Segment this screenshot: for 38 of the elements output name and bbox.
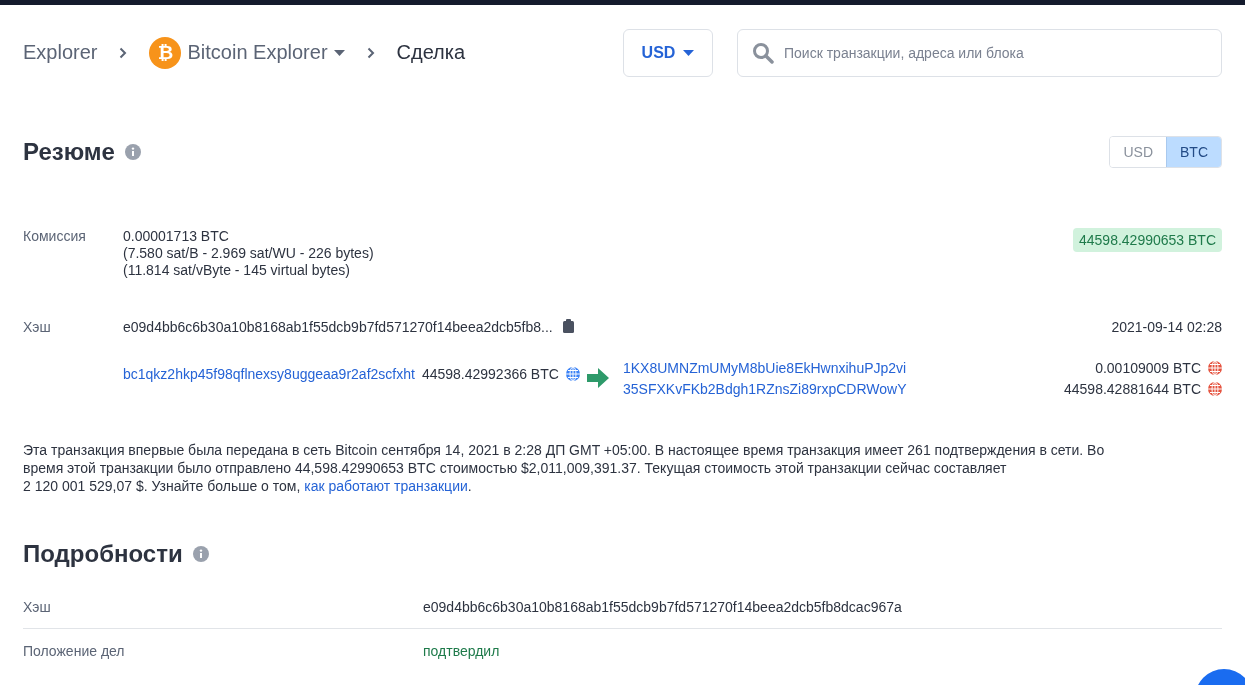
fee-label: Комиссия [23, 228, 87, 244]
section-title: Резюме [23, 138, 115, 166]
unit-toggle-option[interactable]: BTC [1166, 137, 1221, 167]
fee-text: 0.00001713 BTC [123, 228, 230, 245]
amount-text: 44598.42881644 BTC [1064, 381, 1201, 397]
chevron-right-icon [119, 46, 128, 59]
info-icon [124, 144, 141, 160]
info-icon [192, 546, 209, 562]
transactions-link[interactable]: как работают транзакции [304, 478, 468, 494]
search-icon [752, 41, 774, 64]
total-amount: 44598.42990653 BTC [1073, 228, 1222, 252]
clipboard-icon[interactable] [562, 319, 574, 333]
status-value: подтвердил [423, 643, 500, 659]
detail-label: Положение дел [23, 643, 126, 659]
hash-value: e09d4bb6c6b30a10b8168ab1f55dcb9b7fd571270f14beea2dcb5fb8... [123, 319, 553, 335]
arrow-right-icon [586, 368, 609, 388]
hash-label: Хэш [23, 319, 52, 335]
fee-text: (11.814 sat/vByte - 145 virtual bytes) [123, 262, 351, 279]
amount-text: 44598.42992366 BTC [421, 366, 559, 382]
detail-label: Хэш [23, 598, 52, 615]
breadcrumb-link[interactable]: Explorer [23, 41, 98, 64]
caret-down-icon [683, 49, 695, 56]
chevron-right-icon [366, 46, 375, 59]
address-link[interactable]: bc1qkz2hkp45f98qflnexsy8uggeaa9r2af2scfxht [123, 366, 415, 382]
address-link[interactable]: 35SFXKvFKb2Bdgh1RZnsZi89rxpCDRWowY [623, 381, 907, 397]
currency-dropdown[interactable]: USD [623, 28, 713, 77]
search-field[interactable]: Поиск транзакции, адреса или блока [737, 28, 1222, 77]
transaction-time: 2021-09-14 02:28 [1111, 319, 1222, 335]
amount-text: 0.00109009 BTC [1095, 360, 1201, 376]
fee-text: (7.580 sat/B - 2.969 sat/WU - 226 bytes) [123, 245, 375, 262]
detail-value: e09d4bb6c6b30a10b8168ab1f55dcb9b7fd571270f14beea2dcb5fb8dcac967a [423, 598, 902, 615]
address-link[interactable]: 1KX8UMNZmUMyM8bUie8EkHwnxihuPJp2vi [623, 360, 907, 376]
breadcrumb-dropdown[interactable]: Bitcoin Explorer [187, 41, 345, 64]
transaction-description: Эта транзакция впервые была передана в сеть Bitcoin сентября 14, 2021 в 2:28 ДП GMT +05:00. В настоящее время транзакция имеет 261 подтверждения в сети. Во время этой транзакции было отправлено 44,598.42990653 BTC стоимостью $2,011,009,391.37. Текущая стоимость этой транзакции сейчас составляет 2 120 001 529,07 $. Узнайте больше о том, как работают транзакции. [23, 441, 1106, 495]
breadcrumb-current: Сделка [396, 41, 466, 64]
caret-down-icon [333, 49, 345, 56]
section-title: Подробности [23, 540, 183, 568]
bitcoin-logo-icon: ₿ [149, 36, 182, 69]
